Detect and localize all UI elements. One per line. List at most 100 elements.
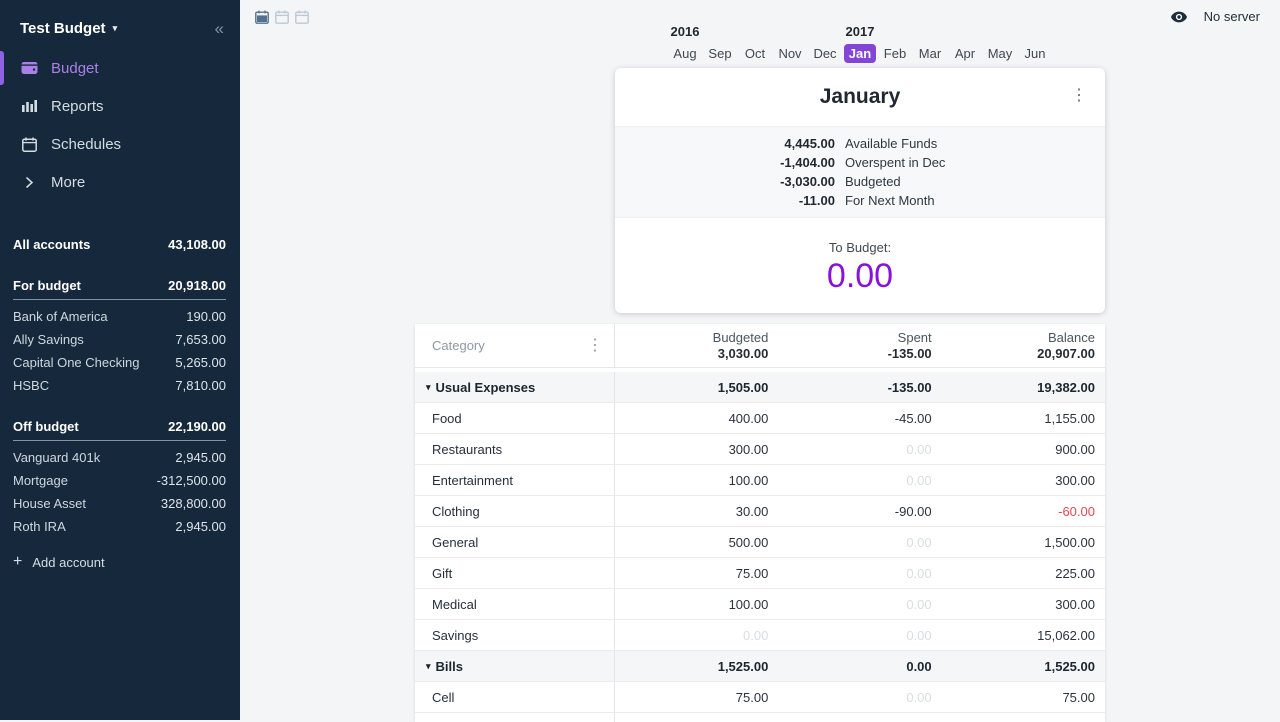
sidebar-item-budget[interactable]: Budget (0, 49, 240, 87)
balance-column-header: Balance 20,907.00 (942, 324, 1105, 367)
three-month-view-button[interactable] (294, 9, 310, 25)
year-label: 2017 (843, 24, 878, 40)
account-row[interactable]: Capital One Checking 5,265.00 (0, 351, 240, 374)
category-name[interactable]: Restaurants (415, 434, 615, 464)
spent-cell[interactable]: 0.00 (778, 682, 941, 712)
month-nov[interactable]: Nov (773, 44, 806, 63)
category-name[interactable]: Savings (415, 620, 615, 650)
category-name[interactable]: Cell (415, 682, 615, 712)
account-balance: -312,500.00 (157, 473, 226, 488)
group-balance: 19,382.00 (942, 372, 1105, 402)
budget-switcher[interactable]: Test Budget ▾ (20, 20, 117, 37)
category-name[interactable]: General (415, 527, 615, 557)
account-row[interactable]: Bank of America 190.00 (0, 305, 240, 328)
spent-cell[interactable]: -90.00 (778, 496, 941, 526)
group-toggle[interactable]: ▾Usual Expenses (415, 372, 615, 402)
month-jan-selected[interactable]: Jan (844, 44, 876, 63)
month-aug[interactable]: Aug (668, 44, 701, 63)
group-toggle[interactable]: ▾Bills (415, 651, 615, 681)
month-menu-kebab-icon[interactable]: ⋮ (1071, 88, 1087, 104)
spent-cell[interactable]: 0.00 (778, 527, 941, 557)
account-row[interactable]: HSBC 7,810.00 (0, 374, 240, 397)
privacy-eye-icon[interactable] (1170, 10, 1188, 24)
account-name: Vanguard 401k (13, 450, 100, 465)
server-status: No server (1170, 9, 1260, 24)
category-header: Category (432, 338, 485, 353)
category-name[interactable]: Clothing (415, 496, 615, 526)
spent-cell[interactable]: -45.00 (778, 403, 941, 433)
budgeted-cell[interactable]: 30.00 (615, 496, 778, 526)
all-accounts-row[interactable]: All accounts 43,108.00 (0, 233, 240, 256)
month-title: January (820, 85, 901, 109)
budgeted-cell[interactable]: 500.00 (615, 527, 778, 557)
server-status-button[interactable]: No server (1204, 9, 1260, 24)
calendar-icon (20, 137, 38, 152)
budgeted-cell[interactable]: 100.00 (615, 589, 778, 619)
category-row-food: Food 400.00 -45.00 1,155.00 (415, 403, 1105, 434)
sidebar: Test Budget ▾ « Budget Reports Schedules (0, 0, 240, 720)
month-dec[interactable]: Dec (808, 44, 841, 63)
budgeted-cell[interactable]: 75.00 (615, 558, 778, 588)
one-month-view-button[interactable] (254, 9, 270, 25)
balance-cell[interactable]: -60.00 (942, 496, 1105, 526)
account-row[interactable]: Mortgage -312,500.00 (0, 469, 240, 492)
account-row[interactable]: House Asset 328,800.00 (0, 492, 240, 515)
budgeted-cell[interactable]: 300.00 (615, 434, 778, 464)
month-mar[interactable]: Mar (914, 44, 946, 63)
category-name[interactable]: Entertainment (415, 465, 615, 495)
to-budget-amount[interactable]: 0.00 (615, 257, 1105, 296)
budgeted-total: 3,030.00 (615, 346, 768, 361)
month-apr[interactable]: Apr (950, 44, 980, 63)
balance-cell[interactable]: 75.00 (942, 682, 1105, 712)
balance-cell[interactable]: 1,155.00 (942, 403, 1105, 433)
spent-cell[interactable]: 0.00 (778, 589, 941, 619)
budgeted-cell[interactable]: 100.00 (615, 465, 778, 495)
month-navigation: 2016Aug Sep Oct Nov Dec 2017Jan Feb Mar … (615, 24, 1105, 63)
category-name[interactable]: Food (415, 403, 615, 433)
year-label: 2016 (668, 24, 703, 40)
sidebar-item-reports[interactable]: Reports (0, 87, 240, 125)
category-name[interactable]: Medical (415, 589, 615, 619)
balance-cell[interactable]: 15,062.00 (942, 620, 1105, 650)
month-feb[interactable]: Feb (879, 44, 911, 63)
sidebar-item-schedules[interactable]: Schedules (0, 125, 240, 163)
wallet-icon (20, 61, 38, 75)
category-name[interactable]: Gift (415, 558, 615, 588)
budget-table: Category ⋮ Budgeted 3,030.00 Spent -135.… (415, 324, 1105, 722)
account-row[interactable]: Vanguard 401k 2,945.00 (0, 446, 240, 469)
sidebar-item-more[interactable]: More (0, 163, 240, 201)
account-row[interactable]: Ally Savings 7,653.00 (0, 328, 240, 351)
spent-cell[interactable]: 0.00 (778, 434, 941, 464)
for-budget-header[interactable]: For budget 20,918.00 (13, 274, 226, 300)
category-menu-kebab-icon[interactable]: ⋮ (587, 338, 603, 354)
spent-cell[interactable]: 0.00 (778, 620, 941, 650)
month-sep[interactable]: Sep (703, 44, 736, 63)
overspent-value: -1,404.00 (615, 155, 835, 170)
account-row[interactable]: Roth IRA 2,945.00 (0, 515, 240, 538)
add-account-button[interactable]: + Add account (0, 546, 240, 578)
balance-cell[interactable]: 1,500.00 (942, 527, 1105, 557)
month-jun[interactable]: Jun (1020, 44, 1051, 63)
month-may[interactable]: May (983, 44, 1018, 63)
partial-row (415, 713, 1105, 722)
spent-cell[interactable]: 0.00 (778, 558, 941, 588)
balance-cell[interactable]: 300.00 (942, 465, 1105, 495)
category-row-cell: Cell 75.00 0.00 75.00 (415, 682, 1105, 713)
balance-cell[interactable]: 225.00 (942, 558, 1105, 588)
budgeted-cell[interactable]: 400.00 (615, 403, 778, 433)
collapse-sidebar-icon[interactable]: « (215, 20, 224, 37)
balance-cell[interactable]: 300.00 (942, 589, 1105, 619)
for-budget-label: For budget (13, 278, 81, 293)
spent-cell[interactable]: 0.00 (778, 465, 941, 495)
off-budget-header[interactable]: Off budget 22,190.00 (13, 415, 226, 441)
group-spent: 0.00 (778, 651, 941, 681)
group-budgeted: 1,505.00 (615, 372, 778, 402)
two-month-view-button[interactable] (274, 9, 290, 25)
collapse-triangle-icon: ▾ (426, 661, 431, 672)
budgeted-cell[interactable]: 75.00 (615, 682, 778, 712)
month-oct[interactable]: Oct (740, 44, 770, 63)
bar-chart-icon (20, 99, 38, 113)
balance-cell[interactable]: 900.00 (942, 434, 1105, 464)
budgeted-cell[interactable]: 0.00 (615, 620, 778, 650)
sidebar-item-label: Budget (51, 60, 99, 77)
